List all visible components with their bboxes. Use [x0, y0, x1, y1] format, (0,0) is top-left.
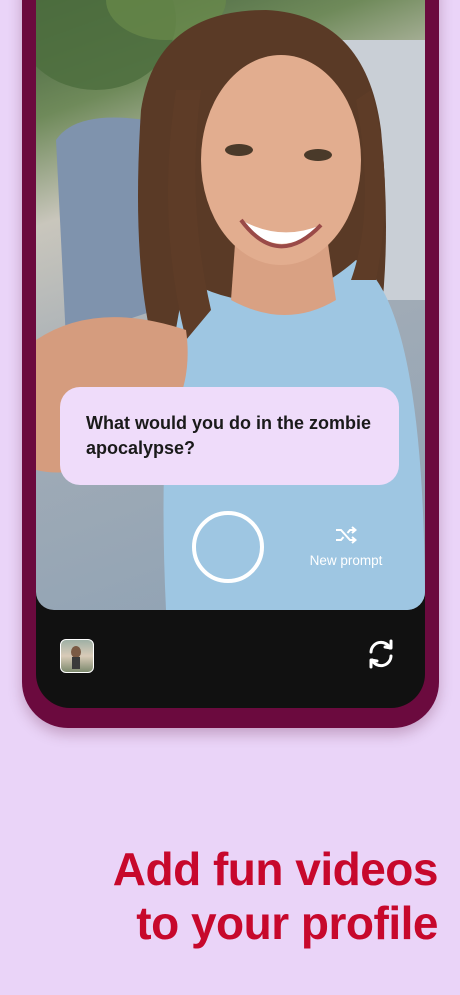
- headline-line-2: to your profile: [136, 897, 438, 949]
- flip-camera-icon[interactable]: [366, 638, 396, 670]
- gallery-image: [71, 646, 81, 669]
- prompt-card: What would you do in the zombie apocalyp…: [60, 387, 399, 485]
- phone-frame: What would you do in the zombie apocalyp…: [22, 0, 439, 728]
- record-button[interactable]: [192, 511, 264, 583]
- shuffle-icon: [336, 526, 357, 544]
- camera-preview: What would you do in the zombie apocalyp…: [36, 0, 425, 610]
- new-prompt-label: New prompt: [309, 553, 383, 568]
- headline: Add fun videos to your profile: [112, 842, 439, 950]
- camera-controls-bar: [36, 610, 425, 708]
- phone-screen: What would you do in the zombie apocalyp…: [36, 0, 425, 708]
- new-prompt-button[interactable]: New prompt: [304, 526, 388, 570]
- gallery-thumbnail[interactable]: [60, 639, 94, 673]
- headline-line-1: Add fun videos: [112, 843, 439, 895]
- prompt-question: What would you do in the zombie apocalyp…: [86, 413, 371, 458]
